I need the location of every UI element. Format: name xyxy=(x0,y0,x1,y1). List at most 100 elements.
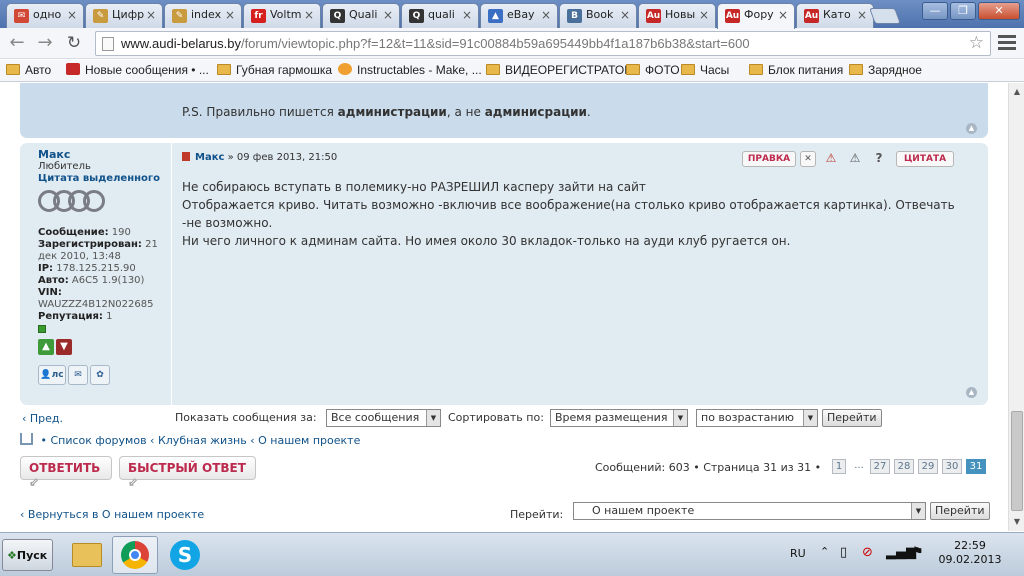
icq-icon[interactable]: ✿ xyxy=(90,365,110,385)
crumb-about[interactable]: О нашем проекте xyxy=(258,434,360,447)
battery-icon[interactable]: ▯ xyxy=(840,545,847,560)
page-link[interactable]: 29 xyxy=(918,459,938,474)
close-tab-icon[interactable]: × xyxy=(778,8,788,22)
order-select[interactable]: по возрастанию ▼ xyxy=(696,409,818,427)
quick-reply-button[interactable]: БЫСТРЫЙ ОТВЕТ ⇙ xyxy=(119,456,256,489)
page-link[interactable]: 31 xyxy=(966,459,986,474)
thumb-down-icon[interactable]: ▼ xyxy=(56,339,72,355)
bookmark-item[interactable]: Часы xyxy=(681,63,729,77)
footer-nav: ‹ Вернуться в О нашем проекте Перейти: О… xyxy=(20,502,990,524)
email-icon[interactable]: ✉ xyxy=(68,365,88,385)
page-scrollbar[interactable]: ▲ ▼ xyxy=(1008,83,1024,531)
prev-link[interactable]: ‹ Пред. xyxy=(22,412,63,425)
page-link[interactable]: 28 xyxy=(894,459,914,474)
tab-label: Фору xyxy=(744,8,774,21)
forward-arrow-icon[interactable]: → xyxy=(34,32,56,54)
page-link[interactable]: 30 xyxy=(942,459,962,474)
tab-label: Като xyxy=(823,8,851,21)
quote-button[interactable]: ЦИТАТА xyxy=(896,151,954,167)
scroll-down-icon[interactable]: ▼ xyxy=(1010,515,1024,529)
tab-10[interactable]: Au Фору × xyxy=(717,3,795,29)
bookmark-star-icon[interactable]: ☆ xyxy=(969,33,984,53)
tab-11[interactable]: Au Като × xyxy=(796,3,874,28)
reload-icon[interactable]: ↻ xyxy=(63,32,85,54)
close-window-button[interactable]: ✕ xyxy=(978,2,1020,20)
close-tab-icon[interactable]: × xyxy=(225,8,235,22)
crumb-club[interactable]: Клубная жизнь xyxy=(158,434,247,447)
bookmark-item[interactable]: Instructables - Make, ... xyxy=(338,63,482,77)
bookmark-item[interactable]: Блок питания xyxy=(749,63,843,77)
bookmark-item[interactable]: Зарядное xyxy=(849,63,922,77)
tab-9[interactable]: Au Новы × xyxy=(638,3,716,28)
bookmark-item[interactable]: ФОТО xyxy=(626,63,680,77)
scroll-up-icon[interactable]: ▲ xyxy=(1010,85,1024,99)
clock[interactable]: 22:59 09.02.2013 xyxy=(938,539,1002,567)
chrome-icon[interactable] xyxy=(112,536,158,574)
pm-button[interactable]: 👤лс xyxy=(38,365,66,385)
tab-8[interactable]: B Book × xyxy=(559,3,637,28)
home-icon[interactable] xyxy=(20,433,33,445)
close-tab-icon[interactable]: × xyxy=(462,8,472,22)
apply-sort-button[interactable]: Перейти xyxy=(822,409,882,427)
bookmark-item[interactable]: Губная гармошка xyxy=(217,63,332,77)
close-tab-icon[interactable]: × xyxy=(146,8,156,22)
close-tab-icon[interactable]: × xyxy=(304,8,314,22)
author-rank: Любитель xyxy=(38,161,91,172)
maximize-button[interactable]: ❐ xyxy=(950,2,976,20)
sort-select[interactable]: Время размещения ▼ xyxy=(550,409,688,427)
author-name[interactable]: Макс xyxy=(38,149,171,161)
edit-button[interactable]: ПРАВКА xyxy=(742,151,796,167)
mute-icon[interactable]: ⊘ xyxy=(862,545,873,560)
close-tab-icon[interactable]: × xyxy=(383,8,393,22)
bookmark-item[interactable]: Новые сообщения • ... xyxy=(66,63,209,77)
close-tab-icon[interactable]: × xyxy=(541,8,551,22)
post-author-link[interactable]: Макс xyxy=(195,152,224,163)
tab-3[interactable]: ✎ index × xyxy=(164,3,242,28)
show-select[interactable]: Все сообщения ▼ xyxy=(326,409,441,427)
report-icon[interactable]: ⚠ xyxy=(846,151,864,167)
reply-button[interactable]: ОТВЕТИТЬ ⇙ xyxy=(20,456,112,489)
address-bar[interactable]: www.audi-belarus.by/forum/viewtopic.php?… xyxy=(95,31,991,56)
crumb-forum-list[interactable]: Список форумов xyxy=(50,434,146,447)
folder-icon xyxy=(749,64,763,75)
info-icon[interactable]: ? xyxy=(870,151,888,167)
skype-icon[interactable]: S xyxy=(162,536,208,574)
explorer-icon[interactable] xyxy=(64,536,110,574)
chrome-menu-icon[interactable] xyxy=(998,35,1016,51)
delete-icon[interactable]: ✕ xyxy=(800,151,816,167)
close-tab-icon[interactable]: × xyxy=(67,8,77,22)
tab-4[interactable]: fr Voltm × xyxy=(243,3,321,28)
tab-1[interactable]: ✉ одно × xyxy=(6,3,84,28)
jump-go-button[interactable]: Перейти xyxy=(930,502,990,520)
close-tab-icon[interactable]: × xyxy=(620,8,630,22)
page-link[interactable]: 1 xyxy=(832,459,846,474)
bookmark-item[interactable]: ВИДЕОРЕГИСТРАТОР xyxy=(486,63,632,77)
language-indicator[interactable]: RU xyxy=(790,547,806,560)
page-link[interactable]: 27 xyxy=(870,459,890,474)
back-to-top-icon[interactable]: ▲ xyxy=(966,387,977,398)
new-tab-button[interactable] xyxy=(869,8,901,24)
warn-icon[interactable]: ⚠ xyxy=(822,151,840,167)
tab-2[interactable]: ✎ Цифр × xyxy=(85,3,163,28)
tab-7[interactable]: ▲ eBay × xyxy=(480,3,558,28)
tab-6[interactable]: Qquali × xyxy=(401,3,479,28)
reputation-buttons: ▲ ▼ xyxy=(38,339,171,355)
scroll-thumb[interactable] xyxy=(1011,411,1023,511)
close-tab-icon[interactable]: × xyxy=(857,8,867,22)
tray-expand-icon[interactable]: ⌃ xyxy=(820,545,829,558)
start-button[interactable]: ❖Пуск xyxy=(2,539,53,571)
back-to-forum-link[interactable]: ‹ Вернуться в О нашем проекте xyxy=(20,508,204,521)
back-to-top-icon[interactable]: ▲ xyxy=(966,123,977,134)
jump-select[interactable]: О нашем проекте ▼ xyxy=(573,502,926,520)
tab-label: Voltm xyxy=(270,8,302,21)
minimize-button[interactable]: — xyxy=(922,2,948,20)
auto-label: Авто: xyxy=(38,275,69,286)
flag-icon[interactable]: ⚑ xyxy=(912,545,924,560)
tab-5[interactable]: Q Quali × xyxy=(322,3,400,28)
close-tab-icon[interactable]: × xyxy=(699,8,709,22)
bookmark-item[interactable]: Авто xyxy=(6,63,51,77)
bookmark-label: Блок питания xyxy=(768,63,844,77)
thumb-up-icon[interactable]: ▲ xyxy=(38,339,54,355)
quote-selected-link[interactable]: Цитата выделенного xyxy=(38,173,171,185)
back-arrow-icon[interactable]: ← xyxy=(6,32,28,54)
